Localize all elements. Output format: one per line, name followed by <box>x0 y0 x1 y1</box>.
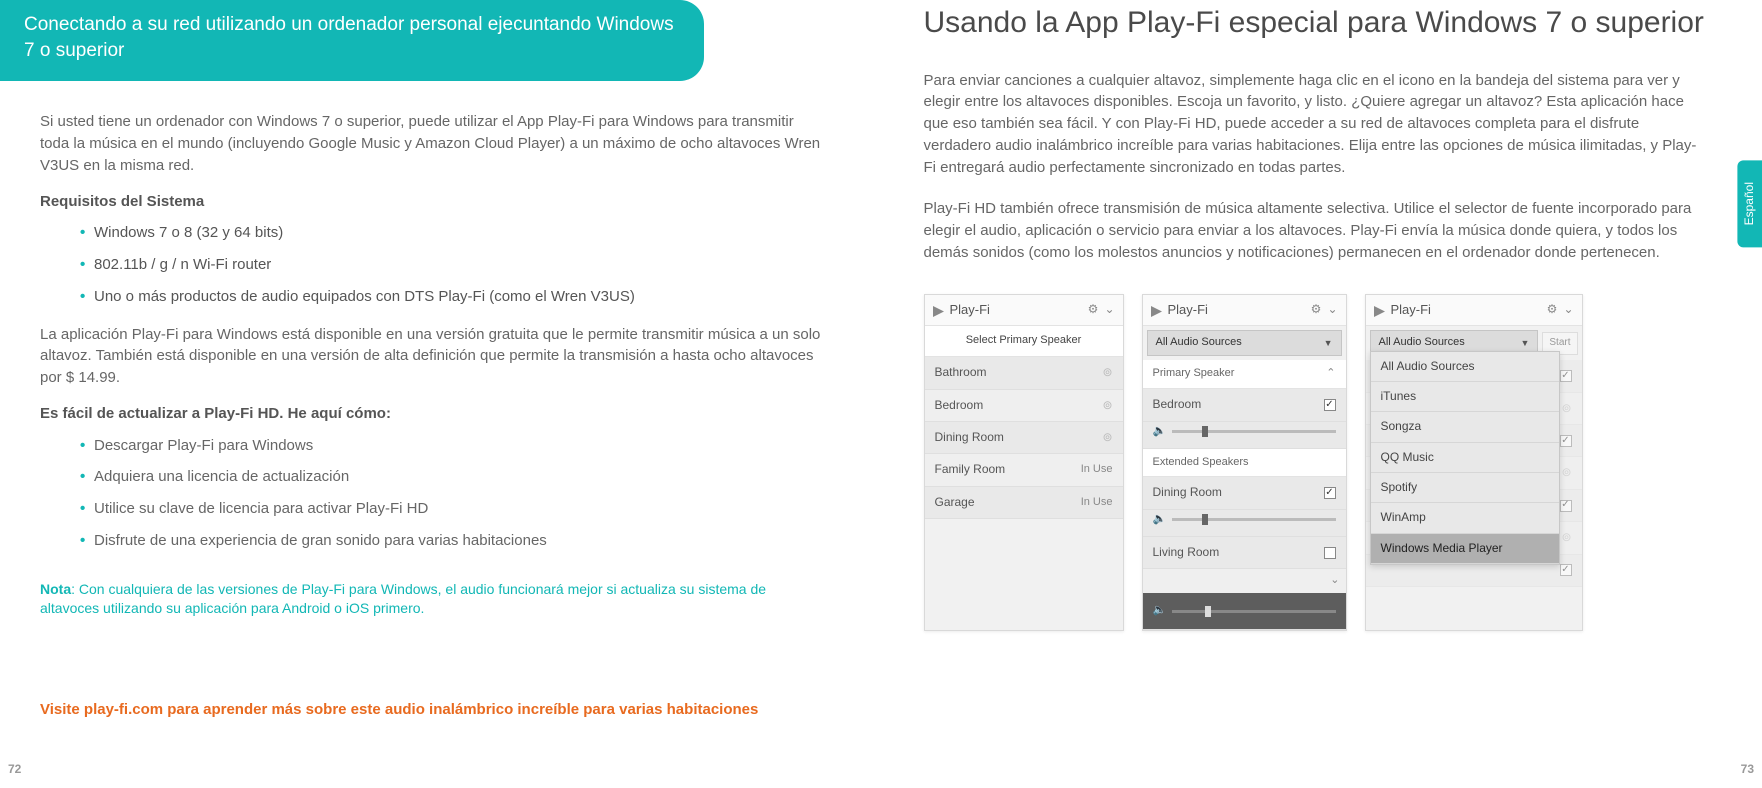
volume-row: 🔈 <box>1143 422 1346 449</box>
free-version-paragraph: La aplicación Play-Fi para Windows está … <box>40 324 824 389</box>
speaker-volume-icon: 🔈 <box>1153 603 1167 619</box>
speaker-row[interactable]: Garage In Use <box>925 487 1123 519</box>
section-heading-left: Conectando a su red utilizando un ordena… <box>0 0 704 81</box>
speaker-name: Bathroom <box>935 364 987 381</box>
note-label: Nota <box>40 581 71 597</box>
speaker-row[interactable]: Dining Room ⊚ <box>925 422 1123 454</box>
speaker-status: In Use <box>1081 462 1113 478</box>
right-paragraph-2: Play-Fi HD también ofrece transmisión de… <box>924 198 1708 263</box>
speaker-name: Living Room <box>1153 544 1220 561</box>
list-item: Disfrute de una experiencia de gran soni… <box>80 530 824 552</box>
chevron-down-icon: ▼ <box>1520 337 1529 350</box>
app-title: Play-Fi <box>1168 301 1208 320</box>
app-window-select-speaker: Play-Fi ⚙ ⌄ Select Primary Speaker Bathr… <box>924 294 1124 632</box>
app-screenshots-row: Play-Fi ⚙ ⌄ Select Primary Speaker Bathr… <box>924 294 1708 632</box>
speaker-row[interactable]: Family Room In Use <box>925 454 1123 486</box>
language-tab[interactable]: Español <box>1737 160 1762 247</box>
dropdown-value: All Audio Sources <box>1156 335 1242 351</box>
app-title: Play-Fi <box>950 301 990 320</box>
menu-item[interactable]: All Audio Sources <box>1371 352 1559 382</box>
note-text: : Con cualquiera de las versiones de Pla… <box>40 581 766 617</box>
master-volume-slider[interactable] <box>1172 610 1335 613</box>
master-volume-row: 🔈 <box>1143 593 1346 630</box>
visit-link-text: Visite play-fi.com para aprender más sob… <box>40 699 824 720</box>
primary-speaker-row[interactable]: Bedroom ✓ <box>1143 389 1346 421</box>
list-item: Descargar Play-Fi para Windows <box>80 435 824 457</box>
upgrade-heading: Es fácil de actualizar a Play-Fi HD. He … <box>40 403 824 425</box>
scroll-down-row: ⌄ <box>1143 569 1346 593</box>
gear-icon[interactable]: ⚙ <box>1311 301 1322 318</box>
page-number-right: 73 <box>1741 761 1754 778</box>
app-titlebar: Play-Fi ⚙ ⌄ <box>1366 295 1582 327</box>
primary-speaker-section-label: Primary Speaker ⌃ <box>1143 360 1346 389</box>
page-number-left: 72 <box>8 761 21 778</box>
playfi-logo-icon <box>1374 304 1385 315</box>
volume-slider[interactable] <box>1172 430 1335 433</box>
speaker-volume-icon: 🔈 <box>1153 512 1167 528</box>
checkbox-checked-icon[interactable]: ✓ <box>1324 399 1336 411</box>
audio-source-dropdown[interactable]: All Audio Sources ▼ <box>1147 330 1342 356</box>
extended-speakers-section-label: Extended Speakers <box>1143 449 1346 478</box>
app-titlebar: Play-Fi ⚙ ⌄ <box>1143 295 1346 327</box>
speaker-volume-icon: 🔈 <box>1153 424 1167 440</box>
requirements-list: Windows 7 o 8 (32 y 64 bits) 802.11b / g… <box>80 222 824 307</box>
chevron-down-icon: ▼ <box>1324 337 1333 350</box>
list-item: Adquiera una licencia de actualización <box>80 466 824 488</box>
checkbox-checked-icon[interactable]: ✓ <box>1324 487 1336 499</box>
list-item: Windows 7 o 8 (32 y 64 bits) <box>80 222 824 244</box>
requirements-heading: Requisitos del Sistema <box>40 191 824 213</box>
menu-item[interactable]: iTunes <box>1371 382 1559 412</box>
speaker-row[interactable]: Bedroom ⊚ <box>925 390 1123 422</box>
minimize-icon[interactable]: ⌄ <box>1104 301 1114 318</box>
speaker-name: Dining Room <box>935 429 1004 446</box>
collapse-icon[interactable]: ⌃ <box>1326 366 1335 382</box>
select-primary-speaker-label: Select Primary Speaker <box>925 326 1123 357</box>
chevron-down-icon[interactable]: ⌄ <box>1330 574 1339 586</box>
volume-row: 🔈 <box>1143 510 1346 537</box>
speaker-name: Bedroom <box>1153 396 1202 413</box>
wifi-icon: ⊚ <box>1102 364 1112 381</box>
minimize-icon[interactable]: ⌄ <box>1563 301 1573 318</box>
wifi-icon: ⊚ <box>1102 429 1112 446</box>
app-title: Play-Fi <box>1391 301 1431 320</box>
section-heading-right: Usando la App Play-Fi especial para Wind… <box>924 4 1708 42</box>
playfi-logo-icon <box>933 304 944 315</box>
dropdown-value: All Audio Sources <box>1379 335 1465 351</box>
page-right: Usando la App Play-Fi especial para Wind… <box>874 0 1762 788</box>
upgrade-steps-list: Descargar Play-Fi para Windows Adquiera … <box>80 435 824 552</box>
section-label-text: Primary Speaker <box>1153 367 1235 379</box>
list-item: Uno o más productos de audio equipados c… <box>80 286 824 308</box>
page-left: Conectando a su red utilizando un ordena… <box>0 0 874 788</box>
menu-item[interactable]: Songza <box>1371 412 1559 442</box>
speaker-name: Family Room <box>935 461 1006 478</box>
extended-speaker-row[interactable]: Living Room <box>1143 537 1346 569</box>
extended-speaker-row[interactable]: Dining Room ✓ <box>1143 477 1346 509</box>
list-item: Utilice su clave de licencia para activa… <box>80 498 824 520</box>
menu-item-selected[interactable]: Windows Media Player <box>1371 534 1559 564</box>
playfi-logo-icon <box>1151 304 1162 315</box>
audio-source-menu: All Audio Sources iTunes Songza QQ Music… <box>1370 351 1560 566</box>
speaker-status: In Use <box>1081 495 1113 511</box>
right-paragraph-1: Para enviar canciones a cualquier altavo… <box>924 70 1708 179</box>
speaker-name: Bedroom <box>935 397 984 414</box>
volume-slider[interactable] <box>1172 518 1335 521</box>
app-window-speaker-groups: Play-Fi ⚙ ⌄ All Audio Sources ▼ Primary … <box>1142 294 1347 632</box>
list-item: 802.11b / g / n Wi-Fi router <box>80 254 824 276</box>
speaker-name: Garage <box>935 494 975 511</box>
intro-paragraph: Si usted tiene un ordenador con Windows … <box>40 111 824 176</box>
menu-item[interactable]: QQ Music <box>1371 443 1559 473</box>
note-paragraph: Nota: Con cualquiera de las versiones de… <box>40 580 824 619</box>
app-titlebar: Play-Fi ⚙ ⌄ <box>925 295 1123 327</box>
wifi-icon: ⊚ <box>1102 397 1112 414</box>
app-window-source-menu: Play-Fi ⚙ ⌄ All Audio Sources ▼ Start Al… <box>1365 294 1583 632</box>
speaker-row[interactable]: Bathroom ⊚ <box>925 357 1123 389</box>
menu-item[interactable]: Spotify <box>1371 473 1559 503</box>
gear-icon[interactable]: ⚙ <box>1088 301 1099 318</box>
menu-item[interactable]: WinAmp <box>1371 503 1559 533</box>
checkbox-unchecked-icon[interactable] <box>1324 547 1336 559</box>
speaker-name: Dining Room <box>1153 484 1222 501</box>
gear-icon[interactable]: ⚙ <box>1547 301 1558 318</box>
minimize-icon[interactable]: ⌄ <box>1327 301 1337 318</box>
